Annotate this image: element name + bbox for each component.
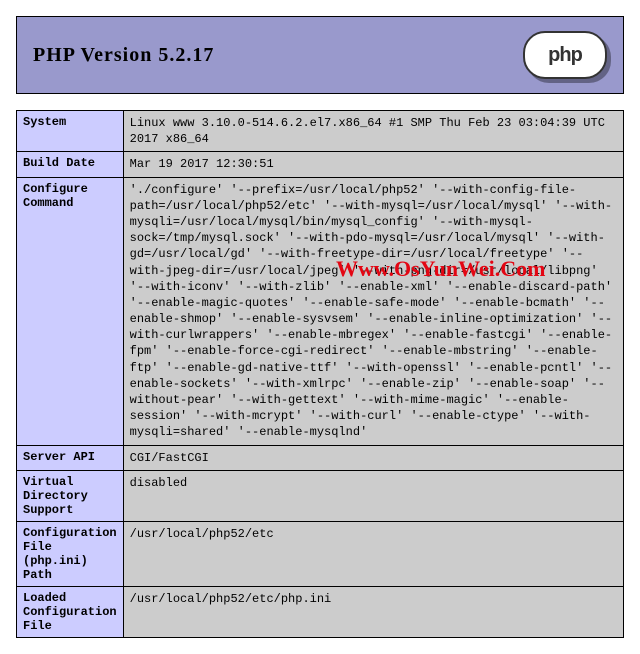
page-title: PHP Version 5.2.17 (33, 44, 214, 67)
row-label: Configuration File (php.ini) Path (17, 521, 124, 586)
header: PHP Version 5.2.17 php (16, 16, 624, 94)
row-value: CGI/FastCGI (123, 445, 623, 470)
table-row: Server API CGI/FastCGI (17, 445, 624, 470)
row-label: Configure Command (17, 177, 124, 445)
table-row: Virtual Directory Support disabled (17, 470, 624, 521)
php-logo: php (523, 31, 607, 79)
row-label: Server API (17, 445, 124, 470)
row-label: Virtual Directory Support (17, 470, 124, 521)
row-value: './configure' '--prefix=/usr/local/php52… (123, 177, 623, 445)
row-value: disabled (123, 470, 623, 521)
table-row: System Linux www 3.10.0-514.6.2.el7.x86_… (17, 111, 624, 152)
table-row: Build Date Mar 19 2017 12:30:51 (17, 152, 624, 177)
row-value: /usr/local/php52/etc (123, 521, 623, 586)
php-logo-text: php (548, 44, 582, 67)
row-value: Mar 19 2017 12:30:51 (123, 152, 623, 177)
row-label: Build Date (17, 152, 124, 177)
row-value: /usr/local/php52/etc/php.ini (123, 586, 623, 637)
table-row: Loaded Configuration File /usr/local/php… (17, 586, 624, 637)
table-row: Configure Command './configure' '--prefi… (17, 177, 624, 445)
row-label: System (17, 111, 124, 152)
row-value: Linux www 3.10.0-514.6.2.el7.x86_64 #1 S… (123, 111, 623, 152)
row-label: Loaded Configuration File (17, 586, 124, 637)
info-table: System Linux www 3.10.0-514.6.2.el7.x86_… (16, 110, 624, 638)
table-row: Configuration File (php.ini) Path /usr/l… (17, 521, 624, 586)
